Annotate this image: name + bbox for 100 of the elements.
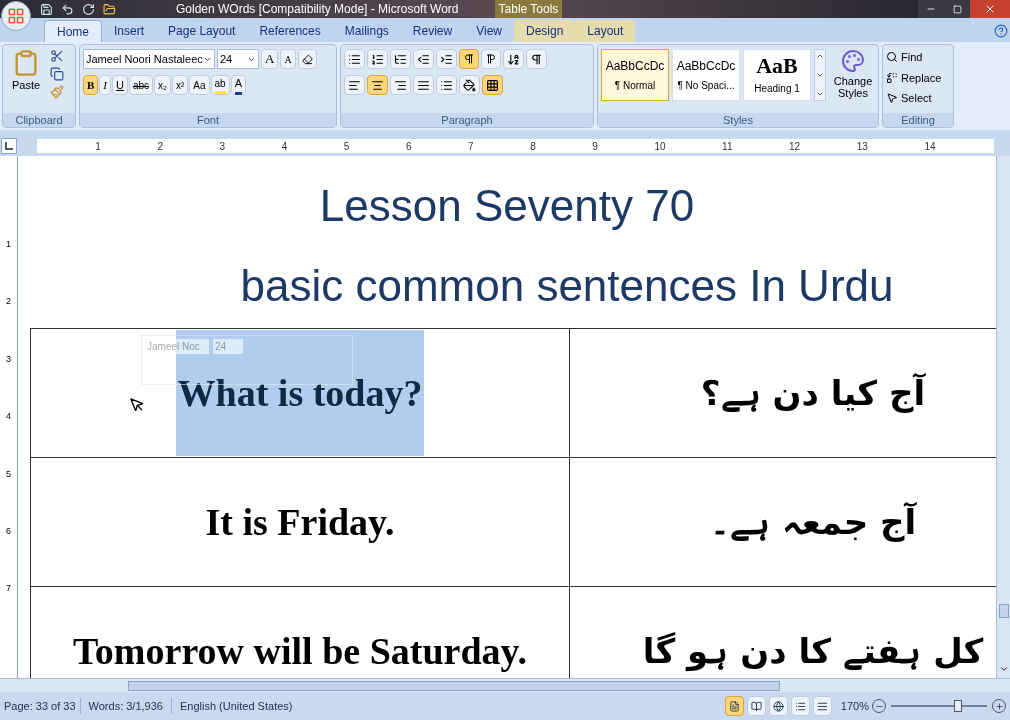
help-icon[interactable]	[994, 24, 1008, 38]
ribbon-tab[interactable]: View	[464, 20, 514, 42]
urdu-sentence: کل ہفتے کا دن ہو گا	[642, 629, 984, 674]
urdu-sentence: آج جمعہ ہے۔	[709, 500, 917, 544]
pilcrow-icon	[485, 53, 497, 65]
font-size-field[interactable]: 24	[217, 49, 259, 69]
sup-button[interactable]: x²	[172, 75, 189, 95]
ribbon-tab[interactable]: Review	[400, 20, 465, 42]
ruler-number: 4	[6, 410, 11, 424]
mouse-cursor-icon	[129, 397, 145, 413]
bold-button[interactable]: B	[83, 75, 99, 95]
group-label: Clipboard	[15, 112, 63, 128]
align-icon	[348, 78, 361, 92]
ruler-number: 8	[530, 139, 536, 154]
outline-button[interactable]	[790, 696, 810, 716]
ruler-number: 10	[654, 139, 666, 154]
select-button[interactable]: Select	[886, 90, 942, 107]
decrease-indent-button[interactable]	[413, 49, 434, 69]
replace-button[interactable]: Replace	[886, 69, 942, 86]
grid-icon	[486, 78, 499, 92]
sub-button[interactable]: x₂	[154, 75, 171, 95]
style-gallery-item[interactable]: AaBbCcDc ¶ Normal	[601, 49, 669, 101]
paste-button[interactable]: Paste	[6, 49, 46, 113]
italic-button[interactable]: I	[99, 75, 111, 95]
scroll-down-icon[interactable]	[998, 664, 1009, 674]
clear-formatting-button[interactable]	[297, 49, 317, 69]
style-gallery-item[interactable]: AaB Heading 1	[743, 49, 811, 101]
shading-button[interactable]	[459, 75, 480, 95]
web-layout-button[interactable]	[768, 696, 788, 716]
ruler-number: 9	[592, 139, 598, 154]
ribbon-tab[interactable]: References	[247, 20, 333, 42]
numbering-button[interactable]	[367, 49, 388, 69]
strike-button[interactable]: abc	[128, 75, 154, 95]
grow-font-button[interactable]: A	[261, 49, 279, 69]
right-to-left-button[interactable]	[481, 49, 501, 69]
find-button[interactable]: Find	[886, 49, 942, 66]
ribbon-tab[interactable]: Design	[513, 20, 576, 42]
maximize-button[interactable]	[944, 0, 970, 18]
context-tab-title: Table Tools	[494, 0, 563, 18]
align-right-button[interactable]	[390, 75, 411, 95]
ribbon-tab[interactable]: Page Layout	[156, 20, 248, 42]
color-button[interactable]: A	[230, 75, 247, 95]
change-styles-button[interactable]: Change Styles	[829, 49, 877, 99]
english-sentence: It is Friday.	[204, 499, 396, 545]
cut-icon[interactable]	[50, 49, 64, 63]
pilcrow-icon	[530, 52, 543, 66]
tab-selector[interactable]	[1, 138, 17, 154]
print-layout-button[interactable]	[724, 696, 744, 716]
minimize-button[interactable]	[918, 0, 944, 18]
ribbon-tab[interactable]: Insert	[102, 20, 157, 42]
ruler-number: 4	[281, 139, 288, 154]
underline-button[interactable]: U	[112, 75, 128, 95]
office-button[interactable]	[1, 1, 31, 31]
bullets-button[interactable]	[344, 49, 365, 69]
ribbon-tab[interactable]: Home	[44, 20, 102, 42]
align-left-button[interactable]	[344, 75, 365, 95]
zoom-thumb[interactable]	[954, 700, 963, 712]
scroll-thumb[interactable]	[128, 680, 780, 691]
draft-button[interactable]	[812, 696, 832, 716]
redo-icon[interactable]	[82, 2, 95, 16]
zoom-slider[interactable]	[891, 699, 987, 713]
undo-icon[interactable]	[61, 2, 74, 16]
numbered-list-icon	[371, 52, 384, 66]
reading-layout-button[interactable]	[746, 696, 766, 716]
folder-icon[interactable]	[103, 2, 116, 16]
group-label: Font	[197, 112, 219, 128]
pilcrow-icon	[463, 53, 475, 65]
line-spacing-icon	[440, 78, 453, 92]
sort-button[interactable]	[503, 49, 524, 69]
gallery-scrollbar[interactable]	[814, 49, 826, 101]
show-marks-button[interactable]	[526, 49, 547, 69]
align-justify-button[interactable]	[413, 75, 434, 95]
borders-button[interactable]	[482, 75, 503, 95]
ruler-number: 2	[6, 295, 11, 309]
align-center-button[interactable]	[367, 75, 388, 95]
multilevel-list-button[interactable]	[390, 49, 411, 69]
mini-font-field: Jameel Noc	[145, 339, 209, 354]
ruler-number: 3	[219, 139, 226, 154]
style-gallery-item[interactable]: AaBbCcDc ¶ No Spaci...	[672, 49, 740, 101]
ruler-number: 5	[343, 139, 350, 154]
group-label: Editing	[901, 112, 935, 128]
font-name-field[interactable]: Jameel Noori Nastaleec	[83, 49, 215, 69]
highlight-button[interactable]: ab	[210, 75, 230, 95]
save-icon[interactable]	[40, 2, 53, 16]
increase-indent-button[interactable]	[436, 49, 457, 69]
case-button[interactable]: Aa	[189, 75, 210, 95]
ruler-number: 5	[6, 467, 11, 481]
more-icon	[816, 90, 824, 98]
scroll-thumb[interactable]	[998, 604, 1009, 618]
window-title: Golden WOrds [Compatibility Mode] - Microsoft Word	[176, 1, 459, 18]
copy-icon[interactable]	[50, 67, 64, 81]
ruler-number: 6	[405, 139, 412, 154]
shrink-font-button[interactable]: A	[280, 49, 296, 69]
left-to-right-button[interactable]	[459, 49, 479, 69]
ribbon-tab[interactable]: Layout	[575, 20, 636, 42]
eraser-icon	[301, 53, 313, 65]
indent-icon	[440, 52, 453, 66]
ribbon-tab[interactable]: Mailings	[332, 20, 401, 42]
line-spacing-button[interactable]	[436, 75, 457, 95]
paint-bucket-icon	[463, 78, 476, 92]
